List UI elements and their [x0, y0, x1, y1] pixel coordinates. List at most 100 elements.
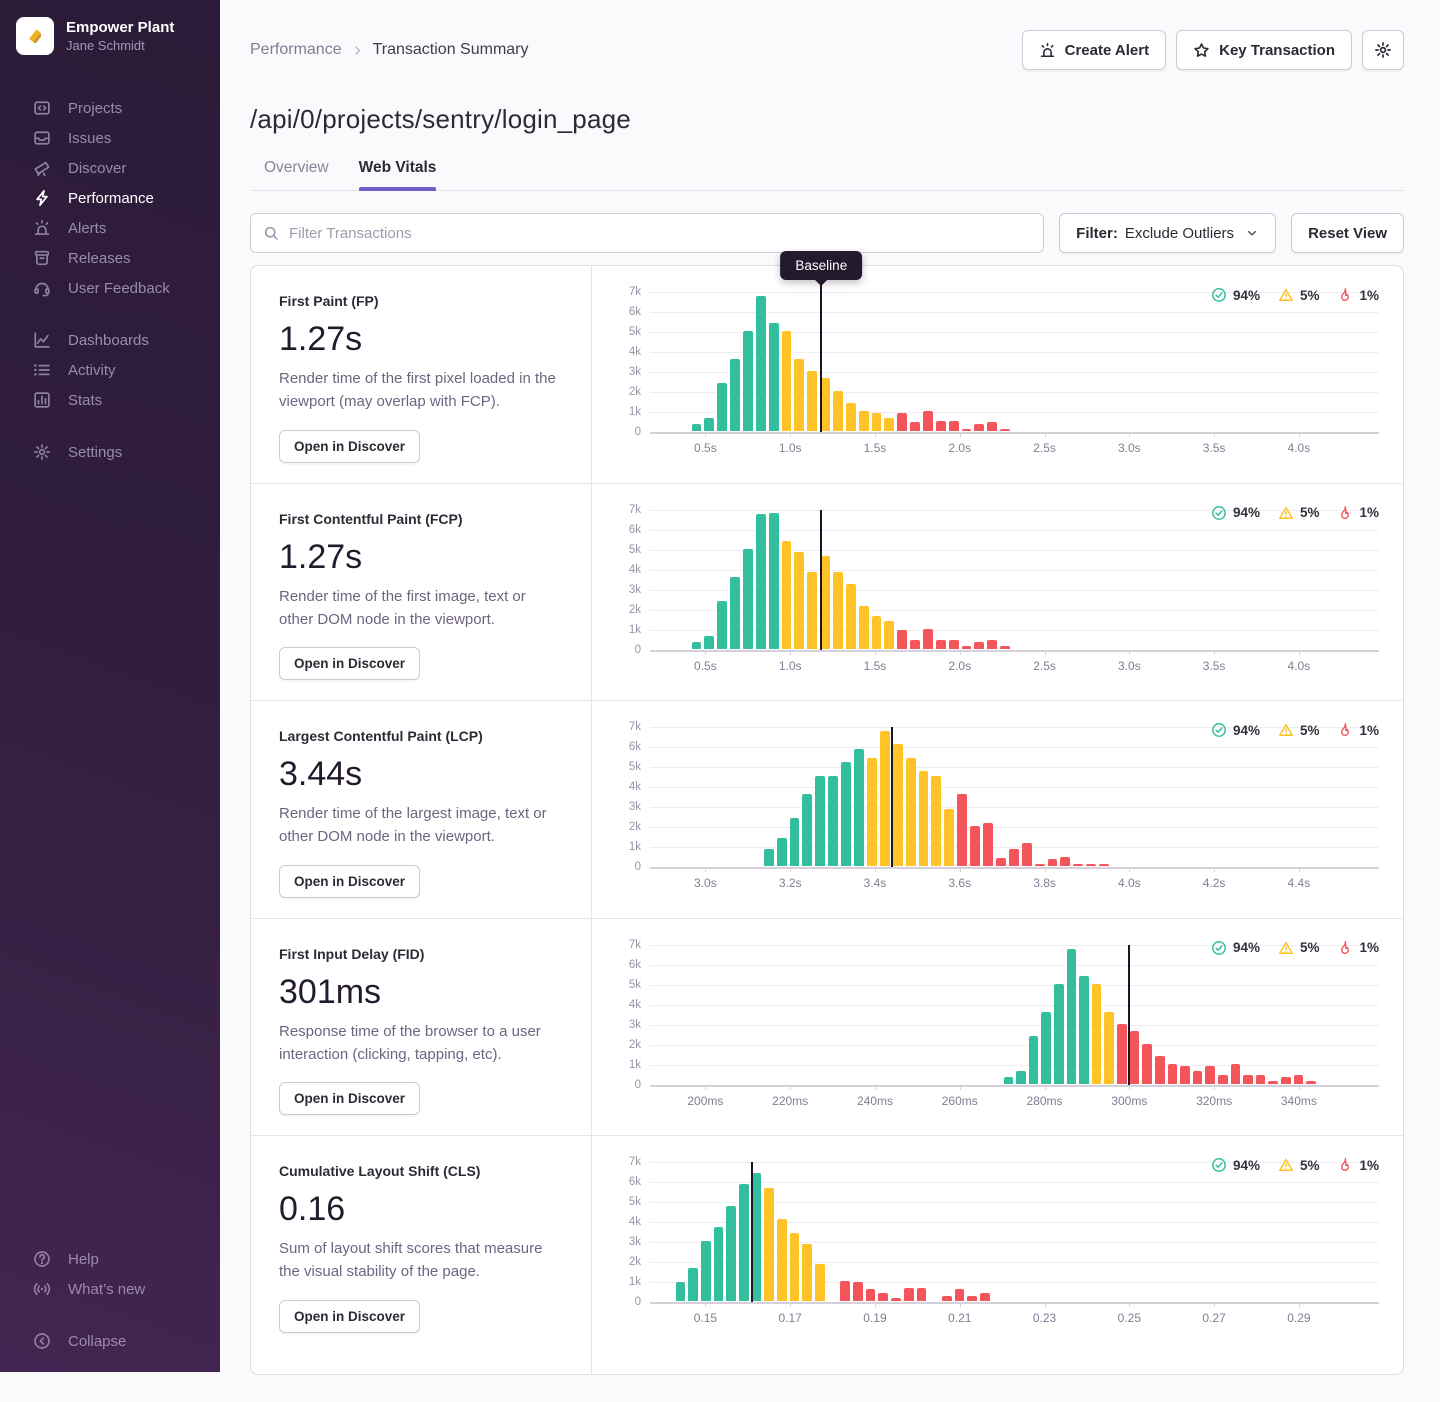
histogram-bar-good[interactable]: [752, 1173, 762, 1301]
key-transaction-button[interactable]: Key Transaction: [1176, 30, 1352, 70]
histogram-bar-good[interactable]: [777, 838, 787, 866]
histogram-bar-poor[interactable]: [949, 640, 959, 649]
histogram-bar-good[interactable]: [802, 794, 812, 866]
open-in-discover-button[interactable]: Open in Discover: [279, 647, 420, 680]
transaction-settings-button[interactable]: [1362, 30, 1404, 70]
histogram-bar-poor[interactable]: [987, 640, 997, 649]
histogram-bar-meh[interactable]: [872, 616, 882, 649]
histogram-bar-meh[interactable]: [846, 584, 856, 649]
histogram-bar-good[interactable]: [790, 818, 800, 866]
histogram-bar-good[interactable]: [730, 359, 740, 431]
filter-dropdown-button[interactable]: Filter: Exclude Outliers: [1059, 213, 1276, 253]
histogram-bar-poor[interactable]: [962, 429, 972, 431]
histogram-bar-poor[interactable]: [917, 1288, 927, 1301]
create-alert-button[interactable]: Create Alert: [1022, 30, 1166, 70]
histogram-bar-good[interactable]: [1016, 1071, 1026, 1084]
histogram-bar-good[interactable]: [854, 749, 864, 866]
open-in-discover-button[interactable]: Open in Discover: [279, 865, 420, 898]
histogram-bar-good[interactable]: [1079, 976, 1089, 1084]
histogram-bar-poor[interactable]: [987, 422, 997, 431]
histogram-bar-meh[interactable]: [884, 418, 894, 431]
histogram-bar-good[interactable]: [1067, 949, 1077, 1084]
histogram-bar-good[interactable]: [769, 323, 779, 431]
histogram-bar-poor[interactable]: [1205, 1066, 1215, 1084]
histogram-bar-meh[interactable]: [859, 606, 869, 649]
histogram-bar-meh[interactable]: [782, 541, 792, 649]
histogram-bar-meh[interactable]: [919, 771, 929, 866]
histogram-bar-good[interactable]: [704, 636, 714, 649]
histogram-bar-poor[interactable]: [878, 1293, 888, 1301]
histogram-bar-poor[interactable]: [1060, 857, 1070, 866]
histogram-bar-meh[interactable]: [790, 1233, 800, 1301]
sidebar-item-issues[interactable]: Issues: [0, 123, 220, 153]
sidebar-collapse-button[interactable]: Collapse: [0, 1326, 220, 1356]
histogram-bar-poor[interactable]: [1073, 864, 1083, 866]
histogram-bar-poor[interactable]: [1022, 843, 1032, 866]
histogram-bar-poor[interactable]: [891, 1298, 901, 1301]
histogram-bar-poor[interactable]: [936, 640, 946, 649]
histogram-bar-good[interactable]: [1029, 1036, 1039, 1084]
histogram-bar-poor[interactable]: [1099, 864, 1109, 866]
sidebar-item-user-feedback[interactable]: User Feedback: [0, 273, 220, 303]
org-header[interactable]: Empower Plant Jane Schmidt: [0, 0, 220, 69]
histogram-bar-poor[interactable]: [1243, 1075, 1253, 1084]
histogram-bar-meh[interactable]: [764, 1188, 774, 1301]
histogram-bar-poor[interactable]: [1000, 646, 1010, 649]
histogram-bar-good[interactable]: [1004, 1077, 1014, 1084]
histogram-bar-poor[interactable]: [1294, 1075, 1304, 1084]
histogram-bar-good[interactable]: [717, 601, 727, 649]
histogram-bar-meh[interactable]: [944, 809, 954, 866]
histogram-bar-poor[interactable]: [840, 1281, 850, 1301]
histogram-bar-meh[interactable]: [815, 1264, 825, 1301]
histogram-bar-poor[interactable]: [1231, 1064, 1241, 1084]
histogram-bar-poor[interactable]: [967, 1296, 977, 1301]
histogram-bar-good[interactable]: [717, 383, 727, 431]
histogram-bar-poor[interactable]: [942, 1296, 952, 1301]
histogram-bar-good[interactable]: [743, 331, 753, 431]
histogram-bar-meh[interactable]: [794, 552, 804, 649]
histogram-bar-poor[interactable]: [1035, 864, 1045, 866]
sidebar-item-discover[interactable]: Discover: [0, 153, 220, 183]
histogram-bar-good[interactable]: [1041, 1012, 1051, 1084]
histogram-bar-poor[interactable]: [1142, 1044, 1152, 1084]
histogram-bar-good[interactable]: [676, 1282, 686, 1301]
open-in-discover-button[interactable]: Open in Discover: [279, 1300, 420, 1333]
histogram-bar-meh[interactable]: [777, 1219, 787, 1301]
histogram-bar-poor[interactable]: [923, 629, 933, 649]
histogram-bar-poor[interactable]: [974, 424, 984, 431]
histogram-bar-meh[interactable]: [867, 758, 877, 866]
histogram-bar-good[interactable]: [828, 776, 838, 866]
histogram-bar-poor[interactable]: [1000, 429, 1010, 431]
tab-overview[interactable]: Overview: [264, 159, 329, 190]
histogram-bar-good[interactable]: [730, 577, 740, 649]
sidebar-item-performance[interactable]: Performance: [0, 183, 220, 213]
histogram-bar-meh[interactable]: [1092, 984, 1102, 1084]
histogram-bar-good[interactable]: [739, 1184, 749, 1301]
histogram-bar-meh[interactable]: [906, 758, 916, 866]
histogram-bar-poor[interactable]: [962, 646, 972, 649]
histogram-bar-meh[interactable]: [807, 371, 817, 431]
histogram-bar-meh[interactable]: [782, 331, 792, 431]
sidebar-item-dashboards[interactable]: Dashboards: [0, 325, 220, 355]
histogram-bar-meh[interactable]: [794, 359, 804, 431]
histogram-bar-good[interactable]: [815, 776, 825, 866]
histogram-bar-poor[interactable]: [910, 640, 920, 649]
histogram-bar-poor[interactable]: [866, 1289, 876, 1301]
histogram-bar-good[interactable]: [692, 424, 702, 431]
sidebar-item-activity[interactable]: Activity: [0, 355, 220, 385]
histogram-bar-meh[interactable]: [872, 413, 882, 431]
reset-view-button[interactable]: Reset View: [1291, 213, 1404, 253]
histogram-bar-meh[interactable]: [833, 572, 843, 649]
histogram-bar-good[interactable]: [764, 849, 774, 866]
filter-transactions-input[interactable]: [250, 213, 1044, 253]
histogram-bar-poor[interactable]: [1180, 1066, 1190, 1084]
sidebar-item-stats[interactable]: Stats: [0, 385, 220, 415]
open-in-discover-button[interactable]: Open in Discover: [279, 430, 420, 463]
histogram-bar-poor[interactable]: [1009, 849, 1019, 866]
histogram-bar-meh[interactable]: [931, 776, 941, 866]
histogram-bar-good[interactable]: [692, 642, 702, 649]
histogram-bar-good[interactable]: [726, 1206, 736, 1301]
histogram-bar-poor[interactable]: [983, 823, 993, 866]
breadcrumb-performance[interactable]: Performance: [250, 41, 342, 59]
histogram-bar-poor[interactable]: [936, 421, 946, 431]
